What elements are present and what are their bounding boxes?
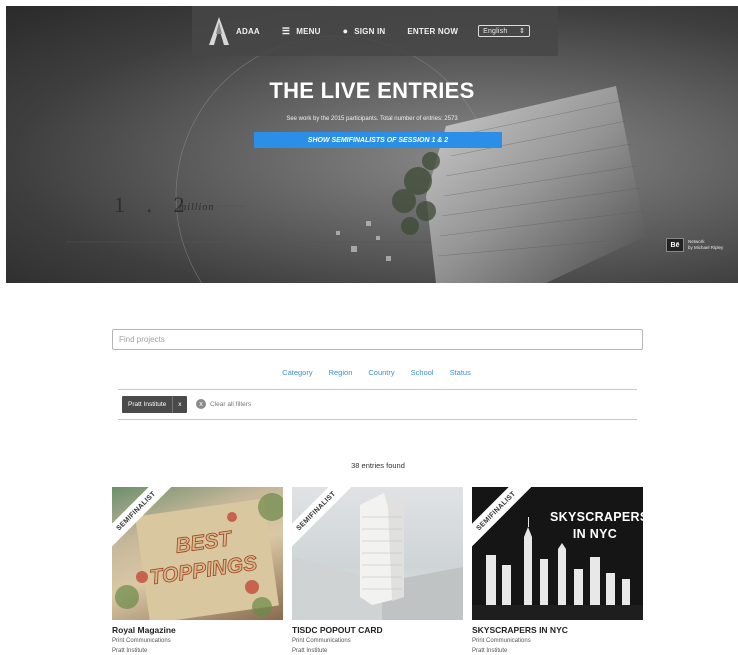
project-category: Print Communications	[292, 638, 351, 644]
filter-links: Category Region Country School Status	[0, 368, 738, 377]
artwork-credit[interactable]: Bē Network by Michael Ripley	[666, 238, 723, 252]
results-count: 38 entries found	[351, 461, 405, 470]
hamburger-icon: ☰	[281, 25, 291, 36]
language-value: English	[483, 27, 508, 35]
hero-banner: ADAA ☰ MENU ● SIGN IN ENTER NOW English …	[6, 6, 738, 283]
project-title[interactable]: SKYSCRAPERS IN NYC	[472, 625, 643, 635]
active-filter-label: Pratt Institute	[128, 401, 167, 408]
project-title[interactable]: TISDC POPOUT CARD	[292, 625, 463, 635]
project-school: Pratt Institute	[472, 648, 508, 654]
clear-filters-label: Clear all filters	[210, 400, 252, 408]
active-filter-chip: Pratt Institute x	[122, 396, 187, 413]
select-arrows-icon: ⇕	[519, 28, 526, 35]
search-input[interactable]	[112, 329, 643, 350]
divider	[118, 419, 637, 420]
adaa-logo-icon[interactable]	[208, 16, 230, 46]
artwork-heading: SKYSCRAPERS IN NYC	[550, 510, 643, 541]
menu-label: MENU	[296, 26, 321, 36]
language-select[interactable]: English ⇕	[478, 25, 531, 37]
clear-icon: x	[196, 399, 206, 409]
show-semifinalists-button[interactable]: SHOW SEMIFINALISTS OF SESSION 1 & 2	[254, 132, 502, 148]
project-school: Pratt Institute	[112, 648, 148, 654]
behance-icon: Bē	[666, 238, 684, 252]
brand-name[interactable]: ADAA	[236, 27, 260, 36]
page-title: THE LIVE ENTRIES	[269, 78, 475, 103]
filter-status[interactable]: Status	[450, 368, 471, 377]
user-icon: ●	[342, 26, 349, 36]
menu-button[interactable]: ☰ MENU	[282, 26, 321, 37]
artwork-number-unit: million	[179, 202, 215, 213]
project-thumbnail[interactable]: BEST TOPPINGS SEMIFINALIST	[112, 487, 283, 620]
top-navigation: ADAA ☰ MENU ● SIGN IN ENTER NOW English …	[192, 6, 558, 56]
project-title[interactable]: Royal Magazine	[112, 625, 283, 635]
filter-school[interactable]: School	[411, 368, 434, 377]
project-card[interactable]: BEST TOPPINGS SEMIFINALIST Royal Magazin…	[112, 487, 283, 655]
project-card[interactable]: SKYSCRAPERS IN NYC SEMIFINALIST SKYSCRAP…	[472, 487, 643, 655]
sign-in-button[interactable]: ● SIGN IN	[343, 26, 386, 36]
project-thumbnail[interactable]: SEMIFINALIST	[292, 487, 463, 620]
enter-now-button[interactable]: ENTER NOW	[407, 27, 458, 36]
remove-filter-button[interactable]: x	[172, 396, 186, 413]
project-category: Print Communications	[472, 638, 531, 644]
project-category: Print Communications	[112, 638, 171, 644]
enter-now-label: ENTER NOW	[407, 26, 459, 36]
credit-author: by Michael Ripley	[688, 245, 724, 250]
filter-region[interactable]: Region	[329, 368, 353, 377]
hero-subtitle: See work by the 2015 participants. Total…	[286, 116, 458, 122]
page: ADAA ☰ MENU ● SIGN IN ENTER NOW English …	[0, 0, 738, 655]
project-school: Pratt Institute	[292, 648, 328, 654]
project-card[interactable]: SEMIFINALIST TISDC POPOUT CARD Print Com…	[292, 487, 463, 655]
project-thumbnail[interactable]: SKYSCRAPERS IN NYC SEMIFINALIST	[472, 487, 643, 620]
divider	[118, 389, 637, 390]
filter-category[interactable]: Category	[282, 368, 312, 377]
filter-country[interactable]: Country	[368, 368, 394, 377]
sign-in-label: SIGN IN	[354, 26, 386, 36]
clear-filters-button[interactable]: x Clear all filters	[196, 399, 251, 409]
